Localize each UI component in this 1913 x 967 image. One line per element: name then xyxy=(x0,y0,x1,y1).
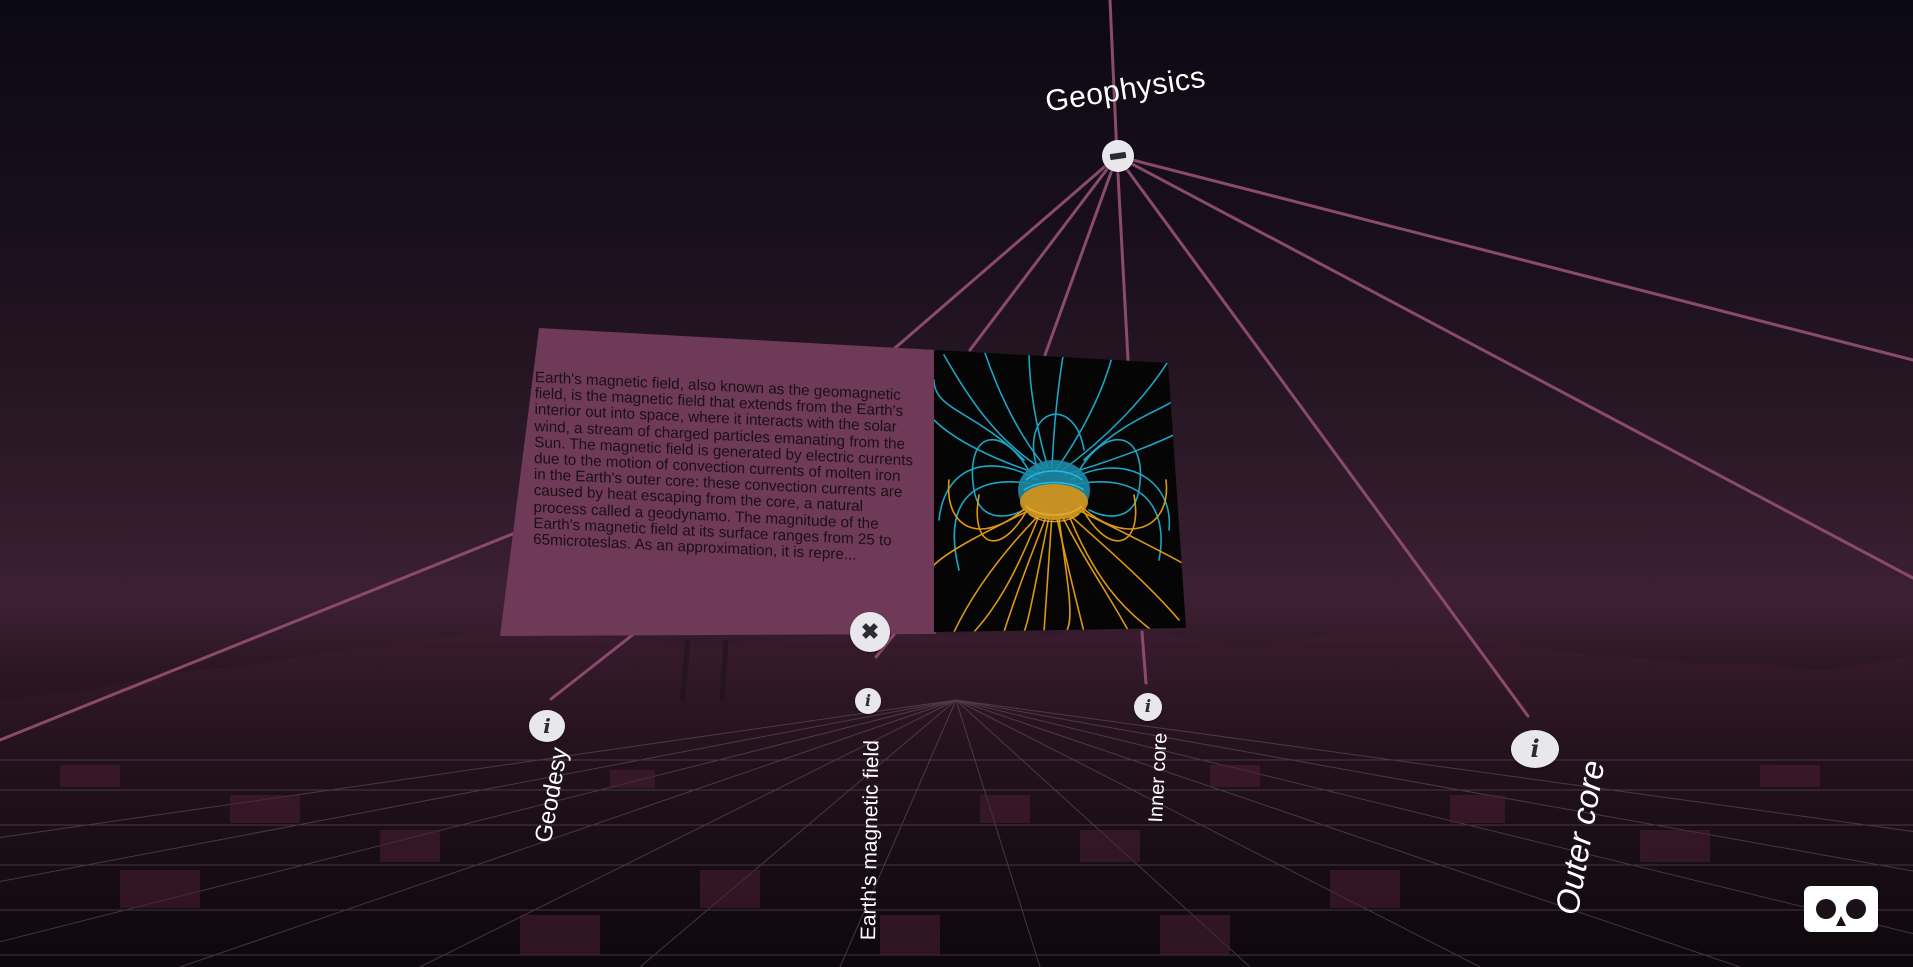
info-icon: i xyxy=(543,714,551,738)
cardboard-vr-icon xyxy=(1816,899,1866,926)
vr-scene: Geophysics i Geodesy i Earth's magnetic … xyxy=(0,0,1913,967)
inner-core-info-button[interactable]: i xyxy=(1134,693,1162,721)
collapse-node-button[interactable] xyxy=(1102,140,1134,172)
close-card-button[interactable]: ✖ xyxy=(850,612,890,652)
geodesy-info-button[interactable]: i xyxy=(529,710,565,742)
close-x-icon: ✖ xyxy=(860,619,880,644)
magnetic-field-illustration xyxy=(934,350,1186,632)
info-icon: i xyxy=(864,691,872,710)
minus-icon xyxy=(1109,151,1127,161)
outer-core-info-button[interactable]: i xyxy=(1511,730,1559,768)
info-card-text-panel xyxy=(500,328,936,636)
magnetic-field-lines-image xyxy=(934,350,1186,632)
enter-vr-button[interactable] xyxy=(1804,886,1878,932)
magnetic-field-node-label[interactable]: Earth's magnetic field xyxy=(857,740,884,940)
info-icon: i xyxy=(1530,734,1540,763)
magnetic-field-info-button[interactable]: i xyxy=(855,688,881,714)
inner-core-node-label[interactable]: Inner core xyxy=(1145,732,1173,823)
info-icon: i xyxy=(1144,696,1152,717)
